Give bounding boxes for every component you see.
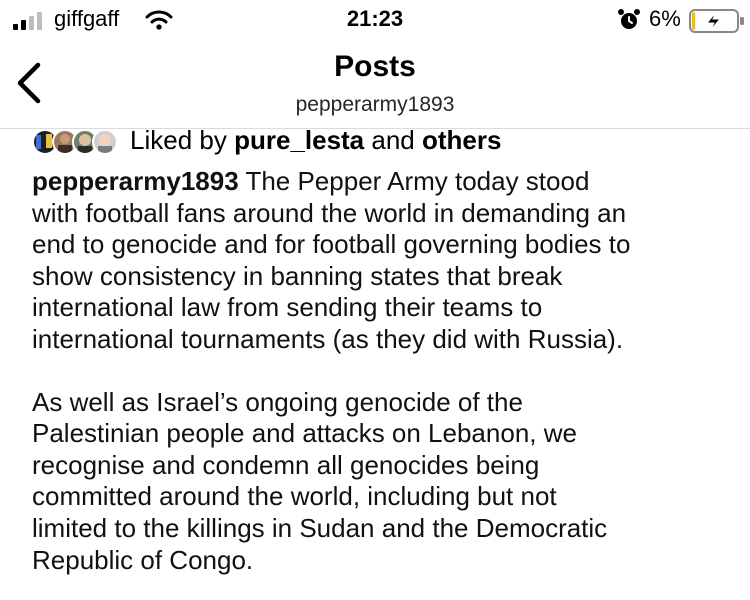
likes-text: Liked by pure_lesta and others [130, 124, 502, 155]
caption-paragraph: As well as Israel’s ongoing genocide of … [32, 386, 608, 575]
liker-avatars [32, 124, 124, 156]
avatar [92, 129, 118, 155]
caption-username[interactable]: pepperarmy1893 [32, 166, 239, 196]
account-username[interactable]: pepperarmy1893 [0, 93, 750, 117]
caption-paragraph: pepperarmy1893 The Pepper Army today sto… [32, 166, 631, 354]
post-caption: pepperarmy1893 The Pepper Army today sto… [32, 166, 732, 576]
others-link[interactable]: others [422, 125, 501, 155]
liker-username[interactable]: pure_lesta [234, 125, 364, 155]
battery-percentage: 6% [649, 6, 681, 31]
likes-row[interactable]: Liked by pure_lesta and others [32, 124, 501, 156]
status-bar: giffgaff 21:23 6% [0, 0, 750, 40]
nav-header: Posts pepperarmy1893 [0, 40, 750, 129]
page-title: Posts [334, 50, 416, 83]
battery-charging-icon [689, 9, 744, 33]
alarm-clock-icon [618, 9, 640, 29]
